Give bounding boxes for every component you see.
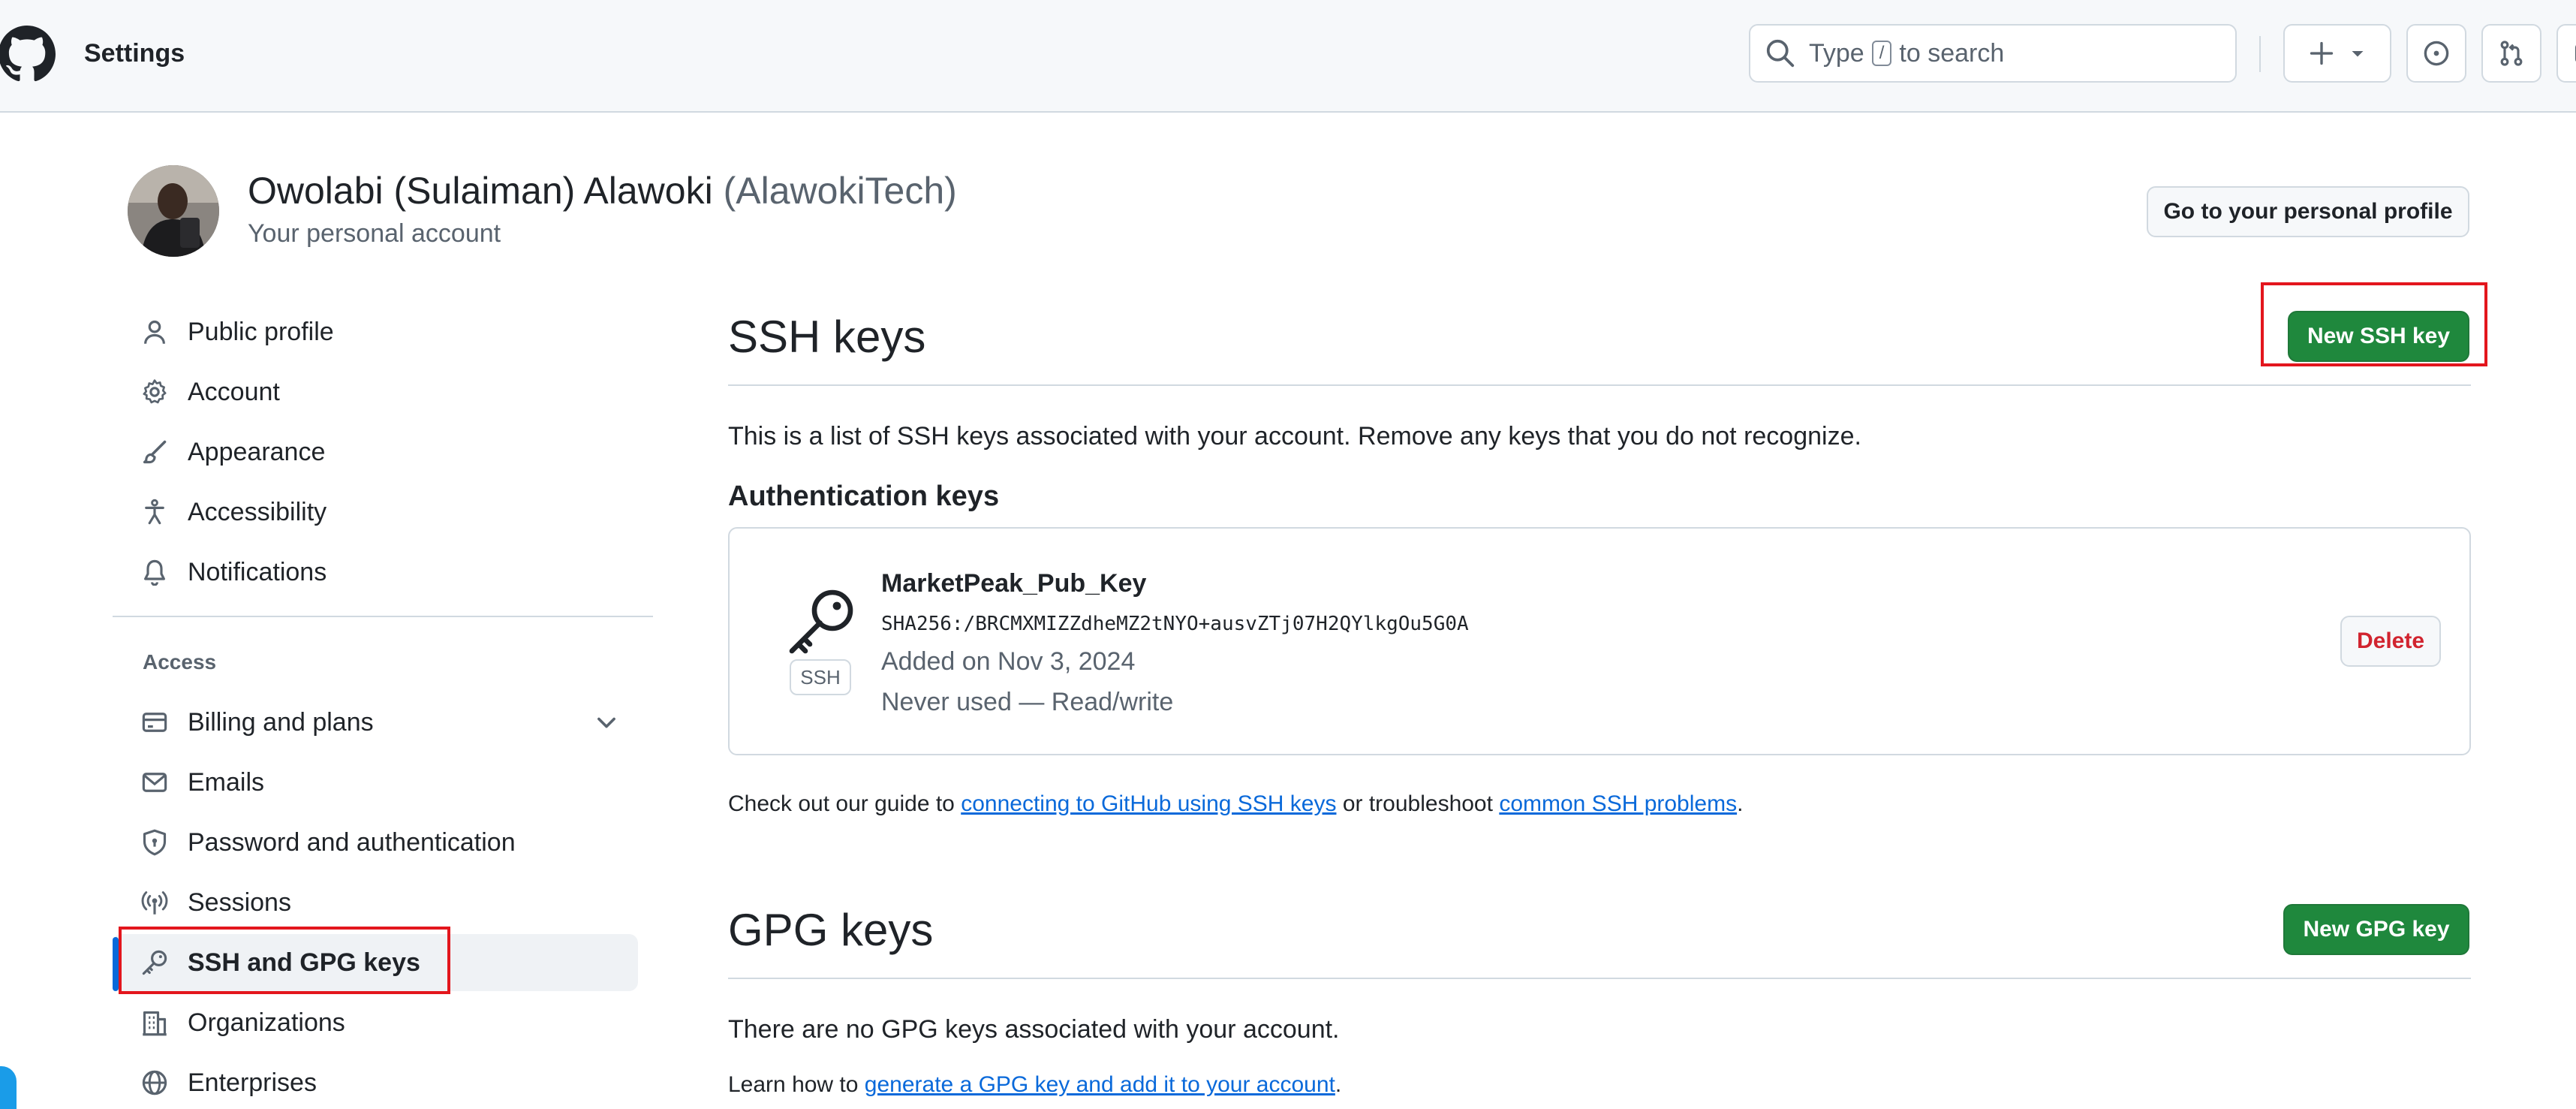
accessibility-icon bbox=[141, 499, 168, 526]
gpg-keys-heading: GPG keys bbox=[728, 905, 934, 955]
delete-ssh-key-button[interactable]: Delete bbox=[2340, 616, 2441, 667]
plus-icon bbox=[2310, 41, 2334, 65]
sidebar-item-public-profile[interactable]: Public profile bbox=[113, 303, 638, 360]
shield-lock-icon bbox=[141, 829, 168, 856]
chevron-down-icon[interactable] bbox=[593, 709, 620, 736]
sidebar-item-label: Appearance bbox=[188, 437, 326, 466]
sidebar-item-label: Organizations bbox=[188, 1008, 345, 1037]
create-new-button[interactable] bbox=[2283, 24, 2391, 83]
ssh-keys-heading: SSH keys bbox=[728, 312, 926, 362]
learn-suffix: . bbox=[1335, 1072, 1342, 1097]
paintbrush-icon bbox=[141, 438, 168, 466]
ssh-key-title: MarketPeak_Pub_Key bbox=[881, 569, 1147, 598]
search-placeholder: Type / to search bbox=[1809, 39, 2004, 68]
broadcast-icon bbox=[141, 889, 168, 916]
sidebar-heading-access: Access bbox=[143, 650, 217, 674]
profile-subtitle: Your personal account bbox=[248, 219, 501, 248]
ssh-type-badge: SSH bbox=[790, 659, 851, 695]
search-icon bbox=[1766, 39, 1795, 68]
credit-card-icon bbox=[141, 709, 168, 736]
search-input[interactable]: Type / to search bbox=[1749, 24, 2237, 83]
avatar-photo bbox=[128, 165, 219, 257]
active-indicator bbox=[113, 937, 119, 991]
sidebar-item-label: Accessibility bbox=[188, 497, 327, 526]
sidebar-item-enterprises[interactable]: Enterprises bbox=[113, 1054, 638, 1109]
gpg-learn-text: Learn how to generate a GPG key and add … bbox=[728, 1072, 1341, 1098]
person-icon bbox=[141, 318, 168, 345]
ssh-guide-text: Check out our guide to connecting to Git… bbox=[728, 791, 1743, 817]
github-logo[interactable] bbox=[0, 26, 56, 83]
sidebar-item-label: Sessions bbox=[188, 888, 291, 917]
mail-icon bbox=[141, 769, 168, 796]
profile-display-name: Owolabi (Sulaiman) Alawoki bbox=[248, 170, 713, 212]
guide-suffix: . bbox=[1737, 791, 1744, 816]
globe-icon bbox=[141, 1069, 168, 1096]
sidebar-item-emails[interactable]: Emails bbox=[113, 754, 638, 811]
sidebar-item-label: Notifications bbox=[188, 557, 327, 586]
triangle-down-icon bbox=[2352, 51, 2364, 57]
profile-handle: (AlawokiTech) bbox=[723, 170, 957, 212]
ssh-key-fingerprint: SHA256:/BRCMXMIZZdheMZ2tNYO+ausvZTj07H2Q… bbox=[881, 613, 1469, 635]
generate-gpg-key-link[interactable]: generate a GPG key and add it to your ac… bbox=[865, 1072, 1335, 1097]
sidebar-item-label: Password and authentication bbox=[188, 827, 516, 857]
inbox-button[interactable] bbox=[2556, 24, 2576, 83]
header-divider bbox=[2259, 36, 2261, 72]
highlight-box-sidebar bbox=[119, 927, 450, 994]
page-title: Settings bbox=[84, 39, 185, 68]
bell-icon bbox=[141, 559, 168, 586]
avatar[interactable] bbox=[128, 165, 219, 257]
sidebar-item-label: Emails bbox=[188, 767, 265, 797]
organization-icon bbox=[141, 1009, 168, 1036]
inbox-icon bbox=[2574, 45, 2576, 62]
sidebar-item-account[interactable]: Account bbox=[113, 363, 638, 420]
ssh-key-added-date: Added on Nov 3, 2024 bbox=[881, 647, 1136, 676]
ssh-key-item: SSH MarketPeak_Pub_Key SHA256:/BRCMXMIZZ… bbox=[728, 527, 2471, 755]
pull-requests-button[interactable] bbox=[2481, 24, 2541, 83]
learn-prefix: Learn how to bbox=[728, 1072, 859, 1097]
sidebar-item-billing[interactable]: Billing and plans bbox=[113, 694, 638, 751]
go-to-profile-button[interactable]: Go to your personal profile bbox=[2147, 186, 2469, 237]
guide-middle: or troubleshoot bbox=[1342, 791, 1493, 816]
floating-widget[interactable] bbox=[0, 1066, 17, 1109]
sidebar-item-organizations[interactable]: Organizations bbox=[113, 994, 638, 1051]
sidebar-item-label: Public profile bbox=[188, 317, 334, 346]
search-shortcut-key: / bbox=[1871, 41, 1892, 66]
issues-button[interactable] bbox=[2406, 24, 2466, 83]
new-gpg-key-button[interactable]: New GPG key bbox=[2283, 904, 2469, 955]
connecting-ssh-link[interactable]: connecting to GitHub using SSH keys bbox=[961, 791, 1336, 816]
highlight-box-new-ssh bbox=[2261, 282, 2487, 366]
sidebar-item-notifications[interactable]: Notifications bbox=[113, 544, 638, 601]
sidebar-divider bbox=[113, 616, 653, 617]
sidebar-item-label: Account bbox=[188, 377, 280, 406]
common-ssh-problems-link[interactable]: common SSH problems bbox=[1499, 791, 1737, 816]
top-header: Settings Type / to search bbox=[0, 0, 2576, 113]
guide-prefix: Check out our guide to bbox=[728, 791, 955, 816]
key-icon bbox=[789, 589, 853, 654]
search-suffix: to search bbox=[1899, 38, 2005, 68]
sidebar-item-sessions[interactable]: Sessions bbox=[113, 874, 638, 931]
sidebar-item-label: Billing and plans bbox=[188, 707, 374, 737]
sidebar-item-accessibility[interactable]: Accessibility bbox=[113, 484, 638, 541]
ssh-description: This is a list of SSH keys associated wi… bbox=[728, 422, 1861, 451]
sidebar-item-password[interactable]: Password and authentication bbox=[113, 814, 638, 871]
ssh-key-usage: Never used — Read/write bbox=[881, 688, 1174, 716]
issue-icon bbox=[2424, 41, 2449, 66]
gpg-heading-divider bbox=[728, 978, 2471, 979]
search-prefix: Type bbox=[1809, 38, 1864, 68]
ssh-heading-divider bbox=[728, 384, 2471, 386]
gear-icon bbox=[141, 378, 168, 405]
profile-name: Owolabi (Sulaiman) Alawoki (AlawokiTech) bbox=[248, 169, 957, 212]
pull-request-icon bbox=[2500, 41, 2523, 66]
gpg-description: There are no GPG keys associated with yo… bbox=[728, 1015, 1340, 1044]
sidebar-item-appearance[interactable]: Appearance bbox=[113, 423, 638, 481]
authentication-keys-heading: Authentication keys bbox=[728, 481, 1000, 512]
sidebar-item-label: Enterprises bbox=[188, 1068, 317, 1097]
